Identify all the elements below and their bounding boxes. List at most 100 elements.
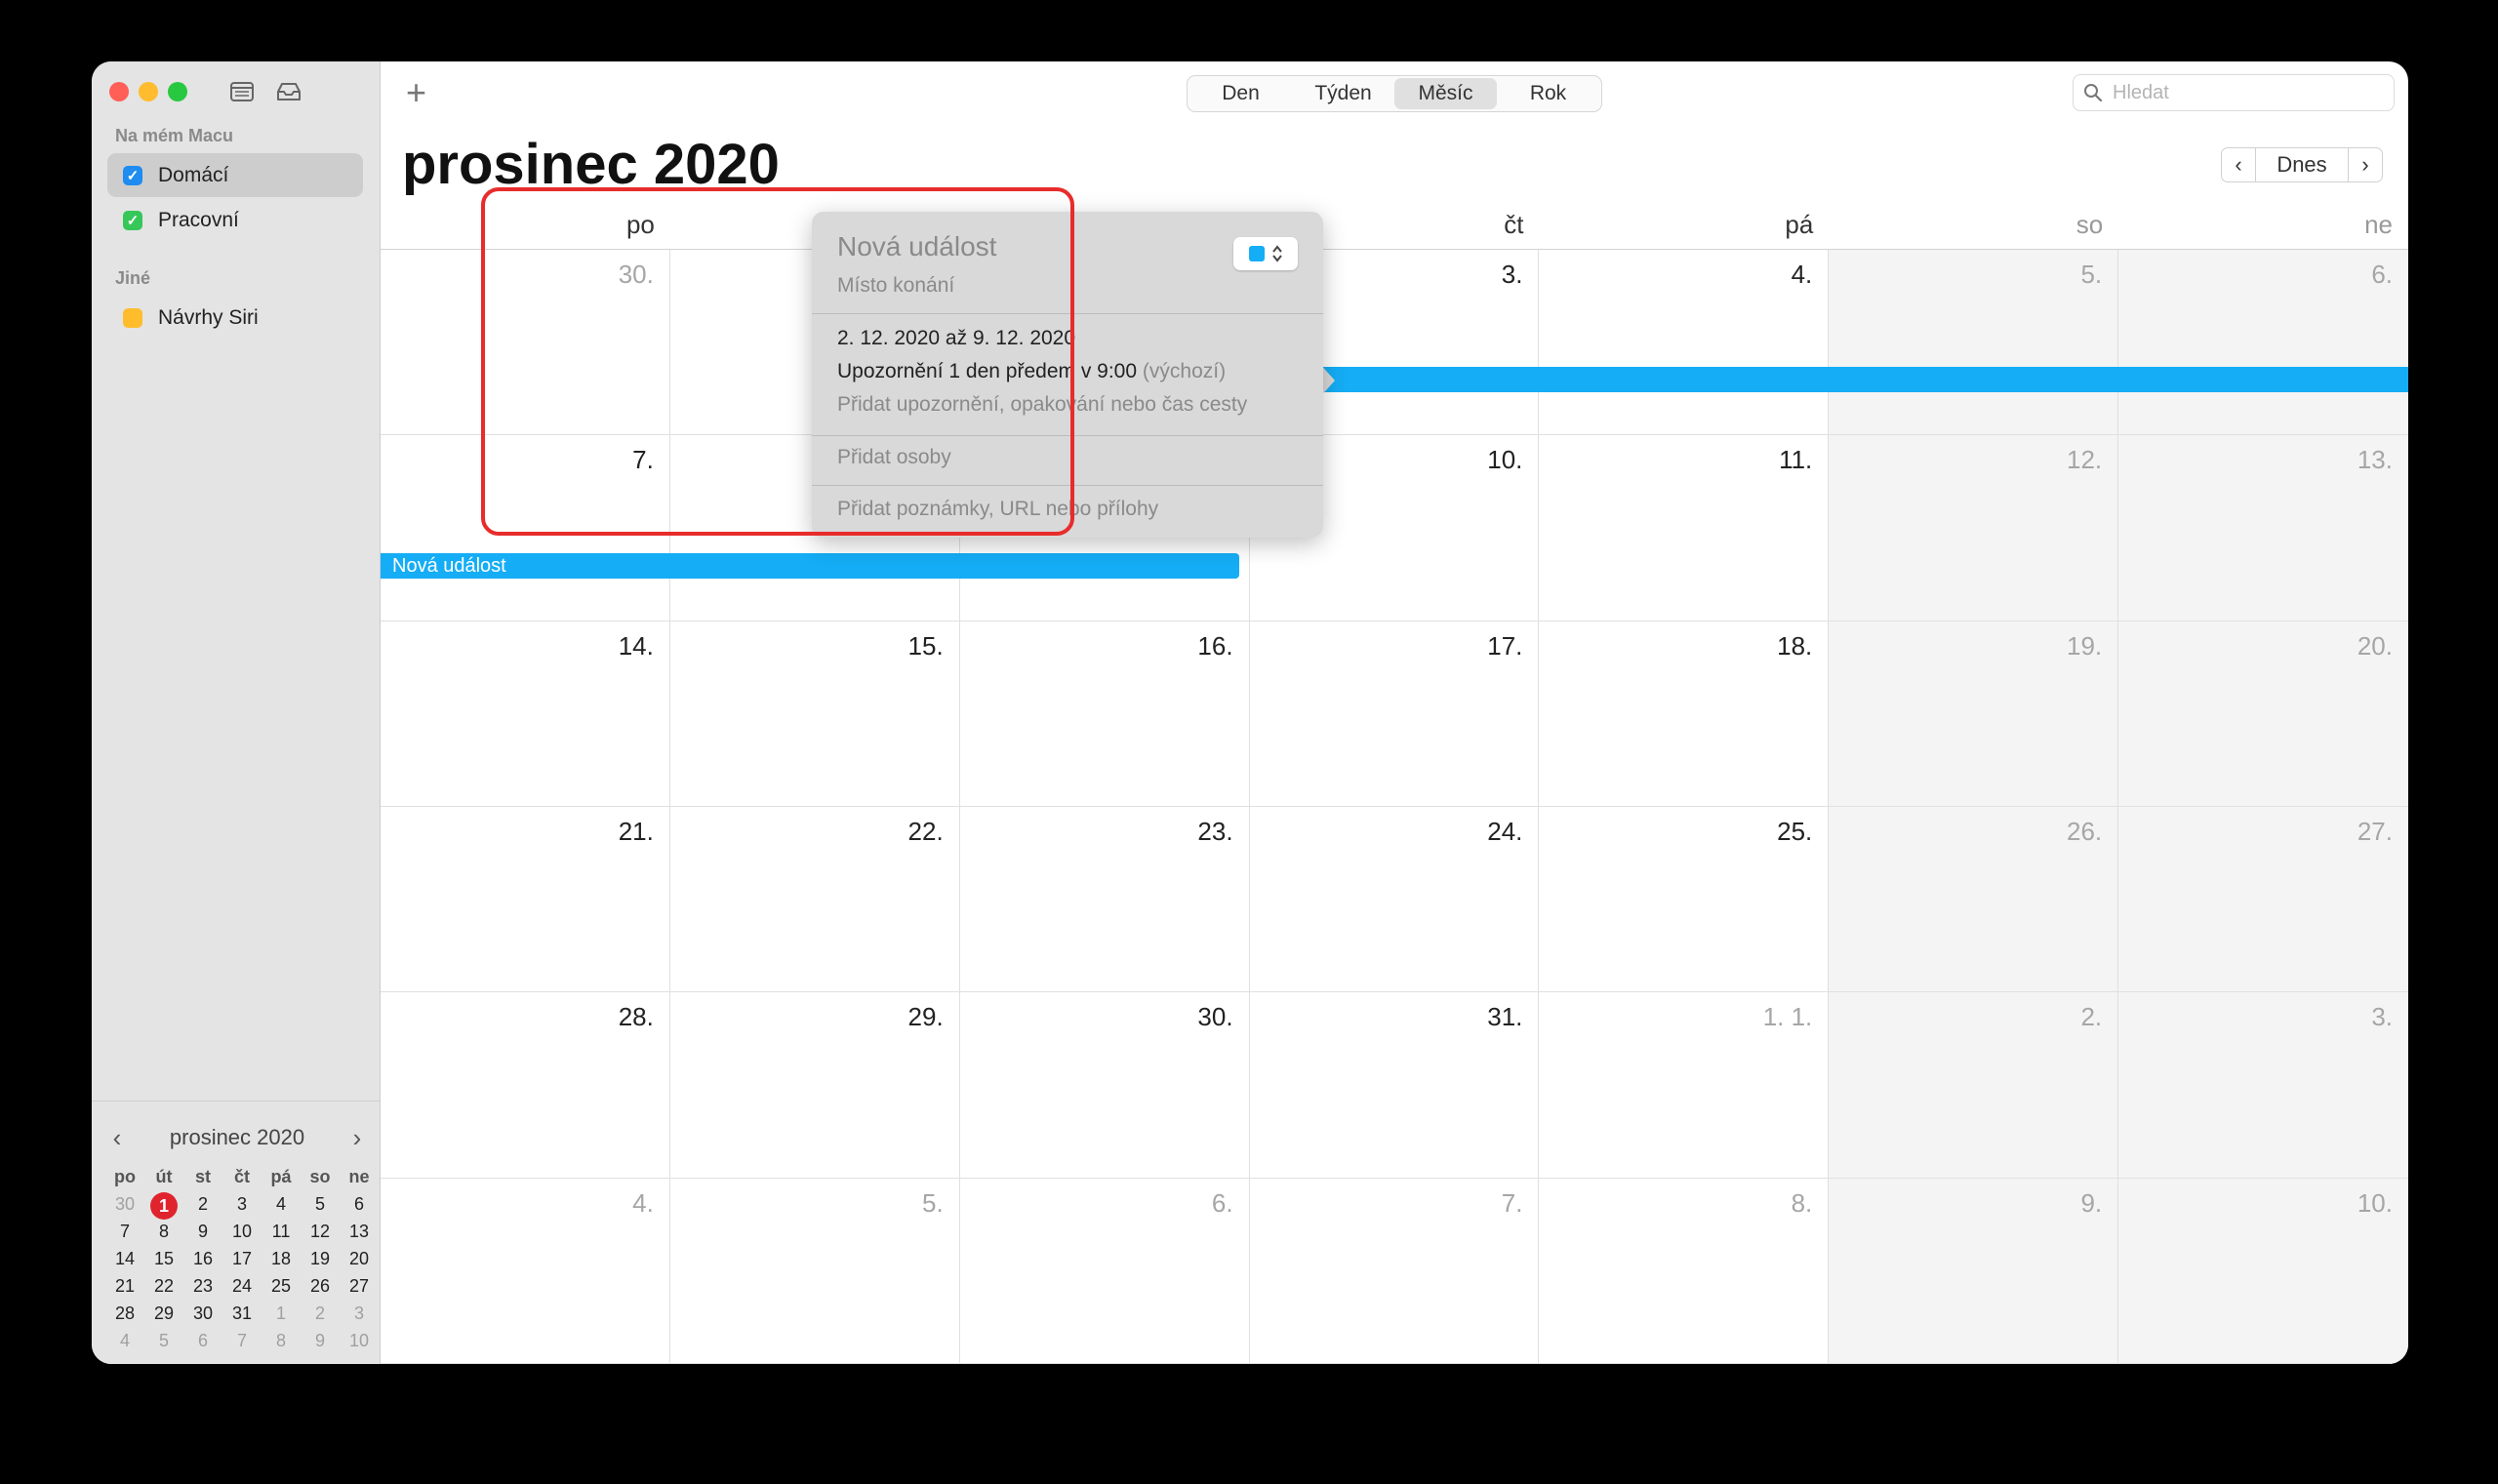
add-event-button[interactable]: + xyxy=(406,71,426,114)
checkbox-icon[interactable]: ✓ xyxy=(123,165,142,185)
calendar-list-icon[interactable] xyxy=(226,77,258,106)
day-cell[interactable]: 12. xyxy=(1829,435,2119,622)
mini-day[interactable]: 27 xyxy=(340,1274,379,1299)
day-cell[interactable]: 7. xyxy=(1249,1178,1540,1364)
inbox-tray-icon[interactable] xyxy=(273,77,304,106)
mini-day[interactable]: 3 xyxy=(340,1302,379,1326)
mini-day[interactable]: 21 xyxy=(105,1274,144,1299)
mini-day[interactable]: 5 xyxy=(301,1192,340,1217)
mini-day[interactable]: 6 xyxy=(340,1192,379,1217)
event-title-field[interactable]: Nová událost xyxy=(837,231,996,262)
tab-year[interactable]: Rok xyxy=(1497,78,1599,109)
day-cell[interactable]: 26. xyxy=(1829,806,2119,993)
mini-day[interactable]: 8 xyxy=(144,1220,183,1244)
day-cell[interactable]: 25. xyxy=(1539,806,1830,993)
location-field[interactable]: Místo konání xyxy=(837,274,954,298)
mini-day[interactable]: 10 xyxy=(222,1220,262,1244)
day-cell[interactable]: 20. xyxy=(2118,621,2408,807)
mini-day[interactable]: 25 xyxy=(262,1274,301,1299)
mini-prev-month-button[interactable]: ‹ xyxy=(105,1125,129,1150)
day-cell[interactable]: 6. xyxy=(959,1178,1250,1364)
mini-day[interactable]: 2 xyxy=(301,1302,340,1326)
mini-day[interactable]: 7 xyxy=(105,1220,144,1244)
today-button[interactable]: Dnes xyxy=(2256,147,2348,182)
mini-day[interactable]: 20 xyxy=(340,1247,379,1271)
day-cell[interactable]: 28. xyxy=(381,992,670,1179)
day-cell[interactable]: 2. xyxy=(1829,992,2119,1179)
day-cell[interactable]: 6. xyxy=(2118,250,2408,436)
day-cell[interactable]: 22. xyxy=(669,806,960,993)
mini-day[interactable]: 2 xyxy=(183,1192,222,1217)
search-input[interactable] xyxy=(2111,80,2368,105)
day-cell[interactable]: 5. xyxy=(669,1178,960,1364)
day-cell[interactable]: 31. xyxy=(1249,992,1540,1179)
event-bar[interactable]: Nová událost xyxy=(381,553,1239,579)
day-cell[interactable]: 29. xyxy=(669,992,960,1179)
add-alert-field[interactable]: Přidat upozornění, opakování nebo čas ce… xyxy=(837,393,1247,417)
day-cell[interactable]: 3. xyxy=(2118,992,2408,1179)
mini-day[interactable]: 30 xyxy=(105,1192,144,1217)
mini-day[interactable]: 11 xyxy=(262,1220,301,1244)
mini-day[interactable]: 13 xyxy=(340,1220,379,1244)
tab-day[interactable]: Den xyxy=(1189,78,1292,109)
mini-next-month-button[interactable]: › xyxy=(345,1125,369,1150)
day-cell[interactable]: 1. 1. xyxy=(1539,992,1830,1179)
close-button[interactable] xyxy=(109,82,129,101)
mini-day-today[interactable]: 1 xyxy=(144,1192,183,1220)
calendar-color-picker[interactable] xyxy=(1233,237,1298,270)
day-cell[interactable]: 9. xyxy=(1829,1178,2119,1364)
day-cell[interactable]: 11. xyxy=(1539,435,1830,622)
mini-day[interactable]: 14 xyxy=(105,1247,144,1271)
mini-day[interactable]: 24 xyxy=(222,1274,262,1299)
day-cell[interactable]: 16. xyxy=(959,621,1250,807)
mini-day[interactable]: 19 xyxy=(301,1247,340,1271)
mini-day[interactable]: 10 xyxy=(340,1329,379,1353)
mini-day[interactable]: 26 xyxy=(301,1274,340,1299)
mini-day[interactable]: 16 xyxy=(183,1247,222,1271)
day-cell[interactable]: 4. xyxy=(1539,250,1830,436)
zoom-button[interactable] xyxy=(168,82,187,101)
tab-month[interactable]: Měsíc xyxy=(1394,78,1497,109)
mini-day[interactable]: 30 xyxy=(183,1302,222,1326)
day-cell[interactable]: 23. xyxy=(959,806,1250,993)
day-cell[interactable]: 27. xyxy=(2118,806,2408,993)
day-cell[interactable]: 17. xyxy=(1249,621,1540,807)
mini-day[interactable]: 18 xyxy=(262,1247,301,1271)
mini-day[interactable]: 8 xyxy=(262,1329,301,1353)
day-cell[interactable]: 30. xyxy=(381,250,670,436)
day-cell[interactable]: 24. xyxy=(1249,806,1540,993)
day-cell[interactable]: 18. xyxy=(1539,621,1830,807)
next-month-button[interactable]: › xyxy=(2348,147,2383,182)
day-cell[interactable]: 8. xyxy=(1539,1178,1830,1364)
mini-day[interactable]: 6 xyxy=(183,1329,222,1353)
search-field[interactable] xyxy=(2073,74,2395,111)
mini-day[interactable]: 15 xyxy=(144,1247,183,1271)
day-cell[interactable]: 4. xyxy=(381,1178,670,1364)
sidebar-item-pracovni[interactable]: ✓ Pracovní xyxy=(107,198,363,242)
mini-day[interactable]: 23 xyxy=(183,1274,222,1299)
sidebar-item-domaci[interactable]: ✓ Domácí xyxy=(107,153,363,197)
day-cell[interactable]: 14. xyxy=(381,621,670,807)
minimize-button[interactable] xyxy=(139,82,158,101)
mini-day[interactable]: 4 xyxy=(262,1192,301,1217)
mini-day[interactable]: 22 xyxy=(144,1274,183,1299)
mini-day[interactable]: 5 xyxy=(144,1329,183,1353)
tab-week[interactable]: Týden xyxy=(1292,78,1394,109)
day-cell[interactable]: 10. xyxy=(2118,1178,2408,1364)
day-cell[interactable]: 19. xyxy=(1829,621,2119,807)
mini-day[interactable]: 12 xyxy=(301,1220,340,1244)
mini-day[interactable]: 9 xyxy=(301,1329,340,1353)
date-range-field[interactable]: 2. 12. 2020 až 9. 12. 2020 xyxy=(837,327,1075,350)
checkbox-icon[interactable]: ✓ xyxy=(123,210,142,230)
day-cell[interactable]: 21. xyxy=(381,806,670,993)
day-cell[interactable]: 30. xyxy=(959,992,1250,1179)
mini-day[interactable]: 17 xyxy=(222,1247,262,1271)
checkbox-icon[interactable] xyxy=(123,307,142,328)
add-notes-field[interactable]: Přidat poznámky, URL nebo přílohy xyxy=(837,498,1158,521)
mini-day[interactable]: 9 xyxy=(183,1220,222,1244)
mini-day[interactable]: 29 xyxy=(144,1302,183,1326)
day-cell[interactable]: 7. xyxy=(381,435,670,622)
alert-field[interactable]: Upozornění 1 den předem v 9:00 (výchozí) xyxy=(837,360,1226,383)
add-people-field[interactable]: Přidat osoby xyxy=(837,446,951,469)
day-cell[interactable]: 13. xyxy=(2118,435,2408,622)
